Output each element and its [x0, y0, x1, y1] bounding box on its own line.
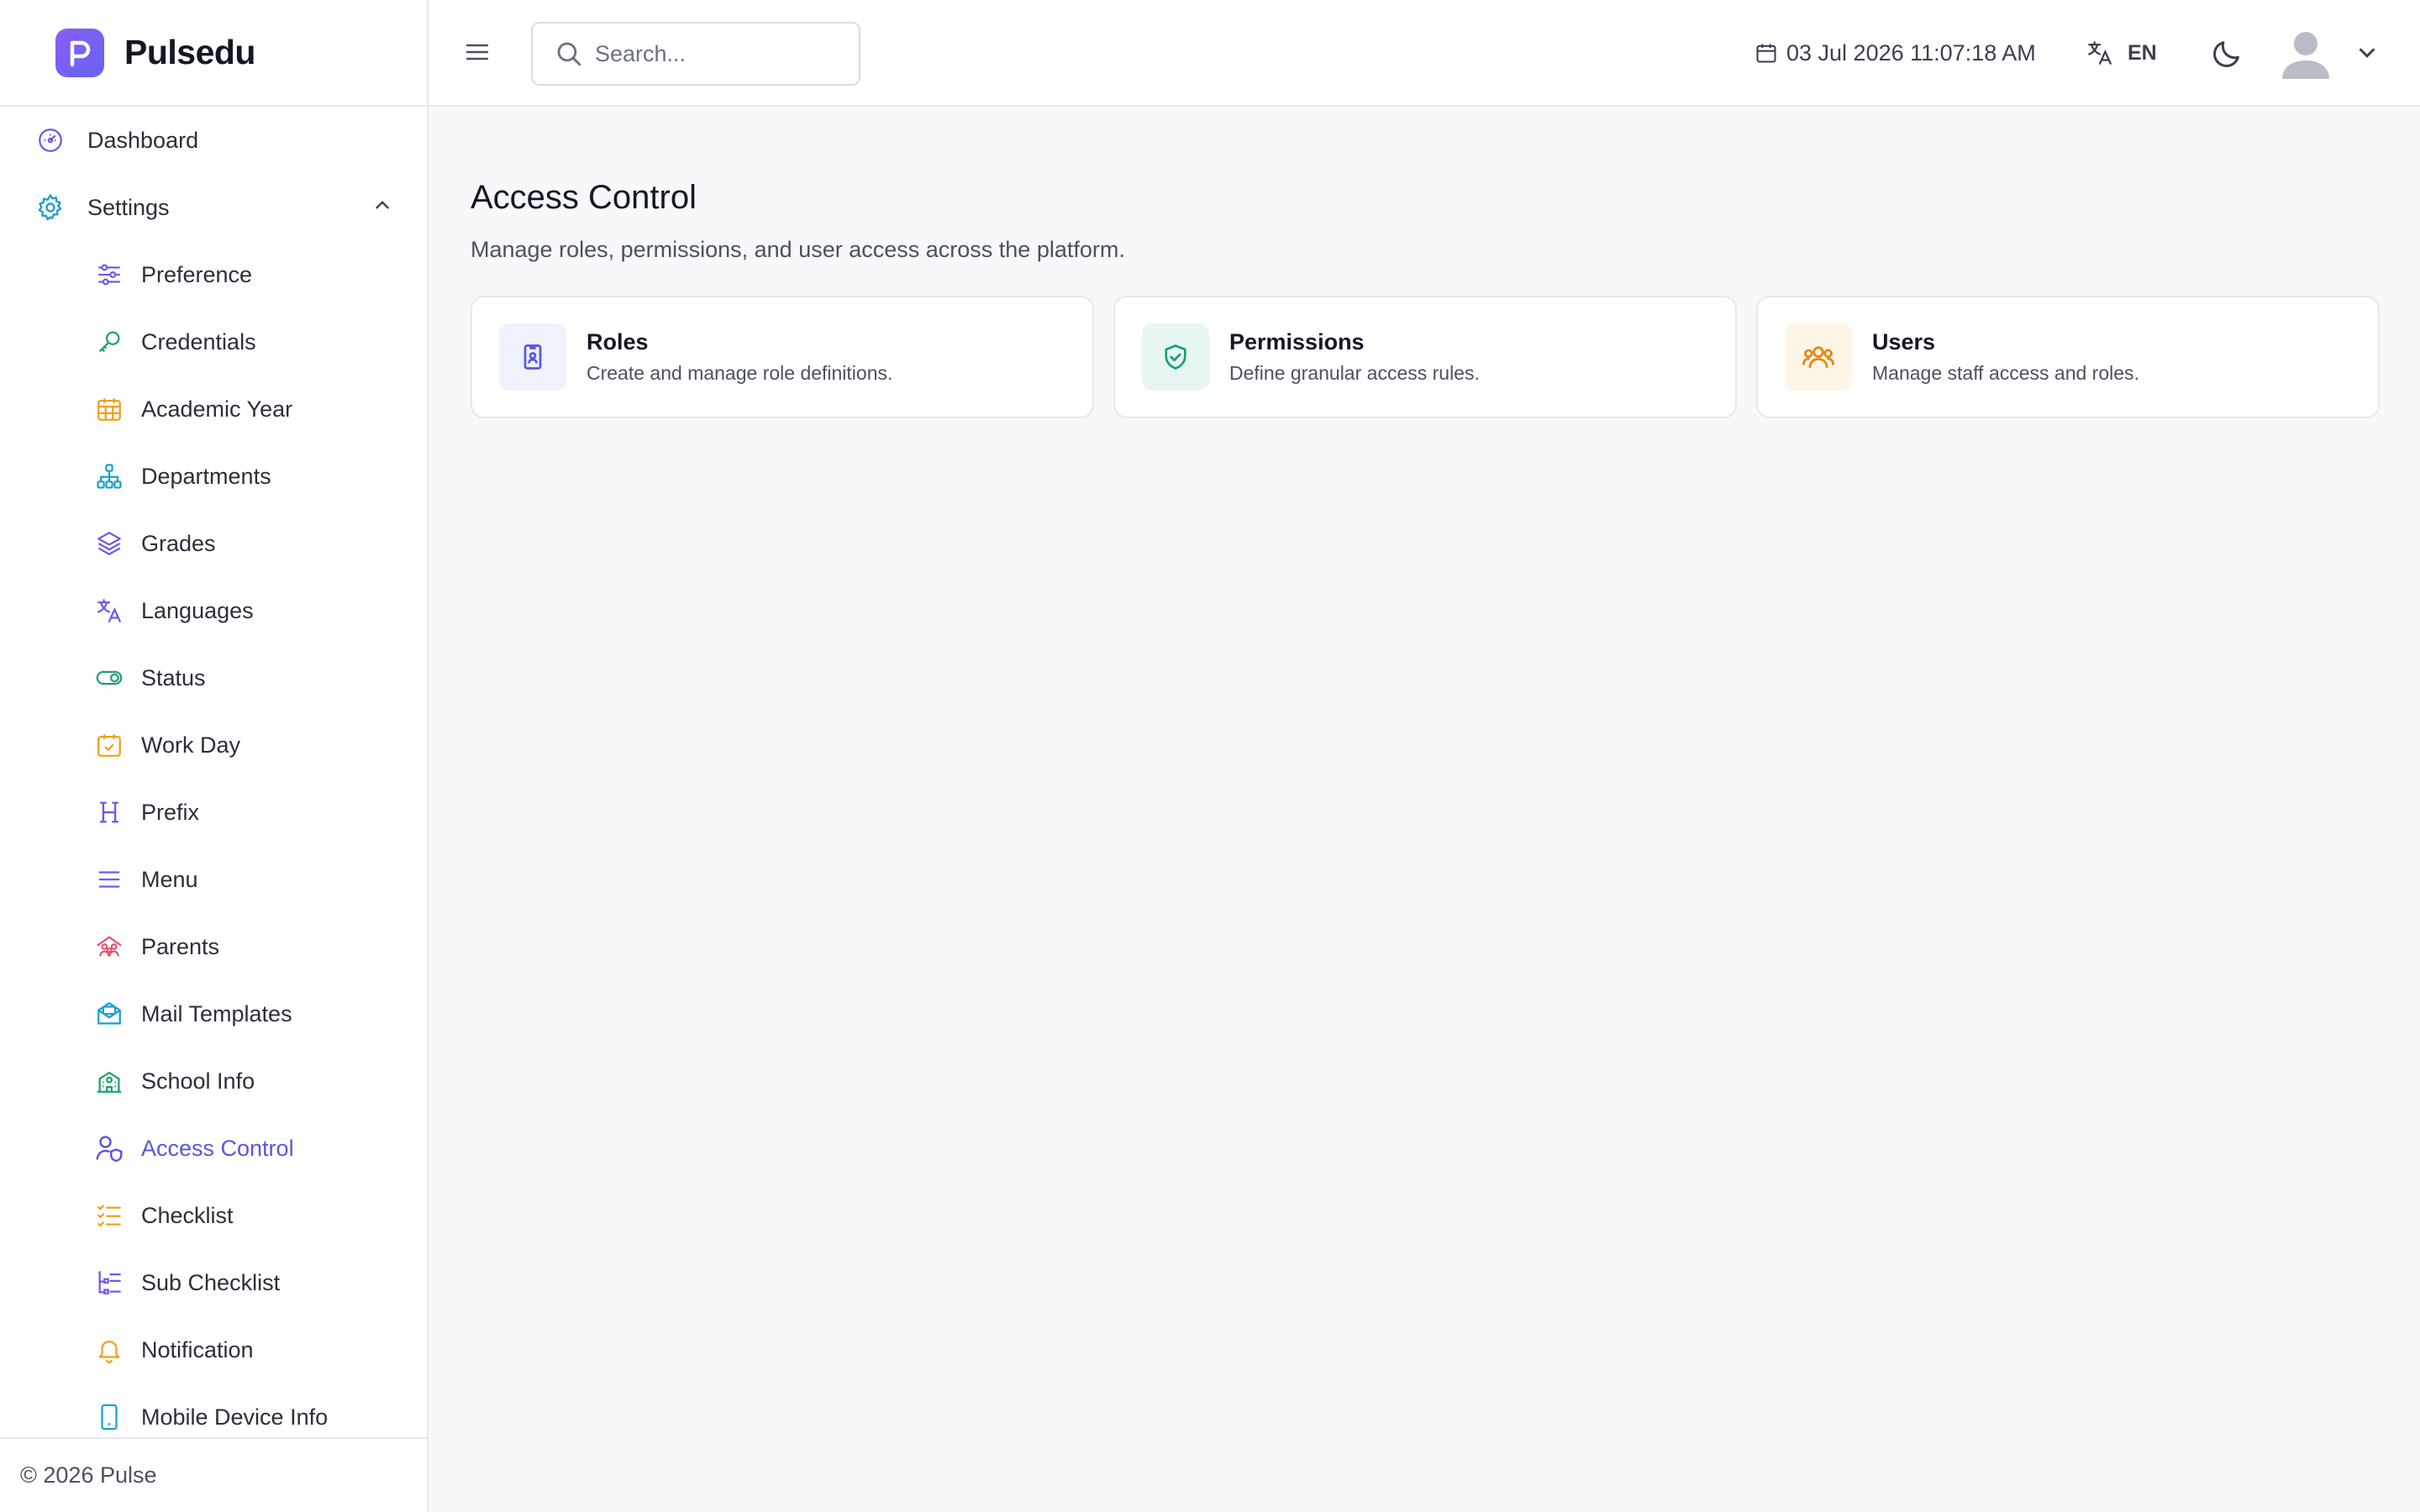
sidebar-item-label: Departments — [141, 463, 271, 489]
users-card[interactable]: Users Manage staff access and roles. — [1756, 296, 2380, 418]
family-icon — [92, 930, 126, 963]
permissions-card[interactable]: Permissions Define granular access rules… — [1113, 296, 1737, 418]
chevron-up-icon[interactable] — [371, 194, 393, 222]
sidebar-item-languages[interactable]: Languages — [0, 577, 427, 644]
checklist-icon — [92, 1199, 126, 1232]
sidebar-item-prefix[interactable]: Prefix — [0, 779, 427, 846]
sidebar-item-label: Mobile Device Info — [141, 1404, 329, 1430]
sidebar-item-work-day[interactable]: Work Day — [0, 711, 427, 779]
hierarchy-icon — [92, 459, 126, 493]
user-shield-icon — [92, 1131, 126, 1165]
shield-check-icon — [1160, 342, 1191, 372]
search-box[interactable] — [531, 22, 860, 86]
sidebar-item-notification[interactable]: Notification — [0, 1316, 427, 1383]
card-description: Define granular access rules. — [1229, 362, 1480, 384]
language-code: EN — [2128, 40, 2157, 65]
users-icon — [1802, 340, 1835, 374]
sidebar-item-label: Mail Templates — [141, 1000, 292, 1026]
sidebar: Pulsedu Dashboard Settings Preference Cr… — [0, 0, 429, 1512]
sidebar-item-mobile-device-info[interactable]: Mobile Device Info — [0, 1383, 427, 1437]
sidebar-nav: Dashboard Settings Preference Credential… — [0, 107, 427, 1437]
sidebar-item-label: Notification — [141, 1336, 254, 1362]
sidebar-item-status[interactable]: Status — [0, 644, 427, 711]
top-header: 03 Jul 2026 11:07:18 AM EN — [429, 0, 2420, 107]
sidebar-item-menu[interactable]: Menu — [0, 846, 427, 913]
hamburger-menu-icon[interactable] — [464, 39, 491, 66]
avatar[interactable] — [2275, 24, 2336, 84]
mail-template-icon — [92, 997, 126, 1031]
calendar-check-icon — [92, 728, 126, 762]
sidebar-item-label: Prefix — [141, 799, 200, 825]
card-title: Users — [1872, 329, 1936, 354]
sidebar-item-parents[interactable]: Parents — [0, 913, 427, 980]
permissions-tile — [1142, 323, 1209, 391]
card-title: Roles — [587, 329, 649, 354]
sidebar-item-dashboard[interactable]: Dashboard — [0, 107, 427, 174]
mobile-icon — [92, 1400, 126, 1434]
gear-icon — [34, 191, 67, 224]
sidebar-item-grades[interactable]: Grades — [0, 510, 427, 577]
sidebar-item-label: Settings — [87, 194, 170, 220]
page-title: Access Control — [471, 179, 697, 216]
sidebar-item-label: Languages — [141, 597, 254, 623]
sidebar-item-label: Credentials — [141, 328, 256, 354]
sidebar-item-label: Parents — [141, 933, 220, 959]
sub-checklist-icon — [92, 1266, 126, 1299]
sidebar-item-label: Sub Checklist — [141, 1269, 281, 1295]
sidebar-item-label: Work Day — [141, 732, 241, 758]
toggle-icon — [92, 661, 126, 695]
id-badge-icon — [518, 342, 548, 372]
sidebar-item-label: Checklist — [141, 1202, 234, 1228]
sliders-icon — [92, 258, 126, 291]
sidebar-item-label: Dashboard — [87, 127, 199, 153]
roles-card[interactable]: Roles Create and manage role definitions… — [471, 296, 1094, 418]
sidebar-item-mail-templates[interactable]: Mail Templates — [0, 980, 427, 1047]
sidebar-item-preference[interactable]: Preference — [0, 241, 427, 308]
sidebar-item-departments[interactable]: Departments — [0, 443, 427, 510]
sidebar-item-label: Access Control — [141, 1135, 294, 1161]
card-description: Create and manage role definitions. — [587, 362, 893, 384]
sidebar-item-sub-checklist[interactable]: Sub Checklist — [0, 1249, 427, 1316]
sidebar-item-label: School Info — [141, 1068, 255, 1094]
gauge-icon — [34, 123, 67, 157]
brand-name: Pulsedu — [124, 33, 255, 71]
menu-lines-icon — [92, 863, 126, 896]
users-tile — [1785, 323, 1852, 391]
calendar-grid-icon — [92, 392, 126, 426]
datetime-display: 03 Jul 2026 11:07:18 AM — [1754, 34, 2036, 72]
translate-icon — [92, 594, 126, 627]
card-description: Manage staff access and roles. — [1872, 362, 2139, 384]
heading-icon — [92, 795, 126, 829]
sidebar-item-label: Menu — [141, 866, 198, 892]
layers-icon — [92, 527, 126, 560]
bell-icon — [92, 1333, 126, 1367]
sidebar-item-label: Grades — [141, 530, 216, 556]
sidebar-item-school-info[interactable]: School Info — [0, 1047, 427, 1115]
sidebar-footer: © 2026 Pulse — [0, 1437, 427, 1512]
datetime-text: 03 Jul 2026 11:07:18 AM — [1786, 39, 2036, 66]
sidebar-item-access-control[interactable]: Access Control — [0, 1115, 427, 1182]
sidebar-item-academic-year[interactable]: Academic Year — [0, 375, 427, 443]
translate-icon — [2086, 39, 2114, 67]
key-icon — [92, 325, 126, 359]
brand[interactable]: Pulsedu — [0, 0, 427, 107]
roles-tile — [499, 323, 566, 391]
sidebar-item-label: Academic Year — [141, 396, 293, 422]
search-icon — [555, 39, 583, 68]
language-switcher[interactable]: EN — [2086, 34, 2157, 72]
dark-mode-moon-icon[interactable] — [2210, 37, 2244, 71]
calendar-icon — [1754, 41, 1778, 65]
card-title: Permissions — [1229, 329, 1365, 354]
sidebar-item-label: Preference — [141, 261, 253, 287]
main-content: Access Control Manage roles, permissions… — [429, 107, 2420, 1512]
search-input[interactable] — [595, 40, 847, 67]
chevron-down-icon[interactable] — [2354, 40, 2380, 66]
brand-logo-icon — [55, 28, 104, 77]
school-icon — [92, 1064, 126, 1098]
sidebar-item-credentials[interactable]: Credentials — [0, 308, 427, 375]
sidebar-item-checklist[interactable]: Checklist — [0, 1182, 427, 1249]
sidebar-item-label: Status — [141, 664, 206, 690]
page-subtitle: Manage roles, permissions, and user acce… — [471, 237, 1125, 262]
sidebar-item-settings[interactable]: Settings — [0, 174, 427, 241]
